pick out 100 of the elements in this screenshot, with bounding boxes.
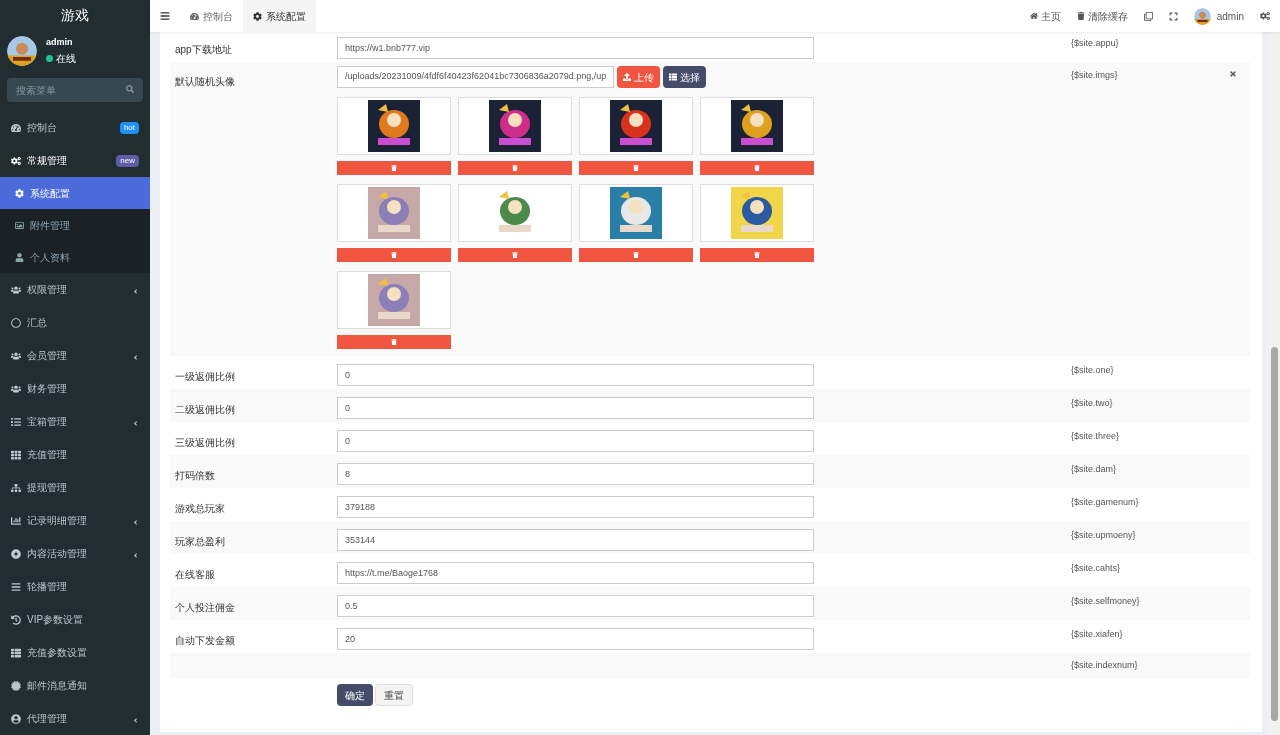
- input-field[interactable]: 0: [337, 364, 814, 386]
- home-link[interactable]: 主页: [1029, 8, 1061, 24]
- user-icon: [15, 252, 24, 262]
- sidebar-item[interactable]: 充值参数设置: [0, 636, 150, 669]
- upload-icon: [623, 73, 632, 81]
- tab[interactable]: 控制台: [180, 0, 243, 32]
- sidebar-item[interactable]: 记录明细管理: [0, 504, 150, 537]
- delete-button[interactable]: [337, 335, 451, 349]
- trash-icon: [1076, 12, 1085, 20]
- reset-button[interactable]: 重置: [375, 684, 413, 706]
- sidebar-subitem[interactable]: 个人资料: [0, 241, 150, 273]
- field-label: 打码倍数: [175, 470, 215, 481]
- choose-button[interactable]: 选择: [663, 66, 707, 88]
- field-label: 默认随机头像: [175, 76, 235, 87]
- user-name[interactable]: admin: [1216, 8, 1244, 24]
- tab[interactable]: 系统配置: [243, 0, 316, 32]
- trash-icon: [633, 252, 639, 258]
- search-field[interactable]: 搜索菜单: [7, 78, 143, 102]
- input-field[interactable]: https://t.me/Baoge1768: [337, 562, 814, 584]
- field-label: 个人投注佣金: [175, 602, 235, 613]
- avatar: [1193, 7, 1211, 25]
- home-icon: [1029, 12, 1038, 20]
- input-field[interactable]: 379188: [337, 496, 814, 518]
- delete-button[interactable]: [700, 161, 814, 175]
- input-field[interactable]: 0: [337, 430, 814, 452]
- confirm-button[interactable]: 确定: [337, 684, 373, 706]
- sidebar-item[interactable]: 邮件消息通知: [0, 669, 150, 702]
- sidebar-item[interactable]: 充值管理: [0, 438, 150, 471]
- input-field[interactable]: 8: [337, 463, 814, 485]
- sidebar-subitem[interactable]: 系统配置: [0, 177, 150, 209]
- avatar: [7, 35, 37, 66]
- trash-icon: [391, 165, 397, 171]
- trash-icon: [391, 339, 397, 345]
- scrollbar[interactable]: [1268, 32, 1280, 735]
- sidebar-item[interactable]: 代理管理: [0, 702, 150, 735]
- input-field[interactable]: https://w1.bnb777.vip: [337, 37, 814, 59]
- sitemap-icon: [11, 482, 21, 493]
- menu-icon[interactable]: [160, 11, 170, 21]
- delete-button[interactable]: [337, 161, 451, 175]
- field-label: app下载地址: [175, 44, 232, 55]
- caret-icon: [132, 288, 139, 295]
- variable-name: {$site.appu}: [1071, 37, 1119, 50]
- field-label: 在线客服: [175, 569, 215, 580]
- fullscreen-icon[interactable]: [1168, 11, 1178, 21]
- close-icon[interactable]: [1229, 70, 1237, 78]
- input-field[interactable]: 20: [337, 628, 814, 650]
- trash-icon: [754, 165, 760, 171]
- variable-name: {$site.upmoeny}: [1071, 529, 1136, 542]
- image-icon: [15, 220, 24, 230]
- gears-icon[interactable]: [1260, 11, 1270, 21]
- input-field[interactable]: 0: [337, 397, 814, 419]
- input-field[interactable]: 353144: [337, 529, 814, 551]
- field-label: 一级返佣比例: [175, 371, 235, 382]
- trash-icon: [512, 165, 518, 171]
- clear-cache-link[interactable]: 清除缓存: [1076, 8, 1128, 24]
- menu-badge: new: [116, 154, 139, 167]
- delete-button[interactable]: [458, 161, 572, 175]
- sidebar-item[interactable]: 提现管理: [0, 471, 150, 504]
- variable-name: {$site.selfmoney}: [1071, 595, 1140, 608]
- grid-list-icon: [11, 647, 21, 658]
- sidebar-item[interactable]: 会员管理: [0, 339, 150, 372]
- sidebar-item[interactable]: 权限管理: [0, 273, 150, 306]
- field-label: 玩家总盈利: [175, 536, 225, 547]
- variable-name: {$site.dam}: [1071, 463, 1117, 476]
- sidebar-item[interactable]: 控制台 hot: [0, 111, 150, 144]
- caret-icon: [132, 519, 139, 526]
- sidebar-item[interactable]: 内容活动管理: [0, 537, 150, 570]
- sidebar-item[interactable]: 财务管理: [0, 372, 150, 405]
- variable-name: {$site.cahts}: [1071, 562, 1121, 575]
- sidebar-item[interactable]: 宝箱管理: [0, 405, 150, 438]
- field-label: 二级返佣比例: [175, 404, 235, 415]
- sidebar-item[interactable]: VIP参数设置: [0, 603, 150, 636]
- sidebar-item[interactable]: 轮播管理: [0, 570, 150, 603]
- sidebar-item[interactable]: 常规管理 new: [0, 144, 150, 177]
- variable-name: {$site.imgs}: [1071, 69, 1118, 82]
- delete-button[interactable]: [700, 248, 814, 262]
- users-icon: [11, 284, 21, 295]
- sidebar-item[interactable]: 汇总: [0, 306, 150, 339]
- user-name: admin: [46, 35, 74, 49]
- menu-badge: hot: [119, 121, 139, 134]
- users-icon: [11, 350, 21, 361]
- delete-button[interactable]: [579, 248, 693, 262]
- variable-name: {$site.three}: [1071, 430, 1120, 443]
- field-label: 自动下发金额: [175, 635, 235, 646]
- dashboard-icon: [11, 122, 21, 133]
- input-field[interactable]: /uploads/20231009/4fdf6f40423f62041bc7306836a2079d.png,/up: [337, 66, 615, 88]
- dashboard-icon: [190, 11, 199, 21]
- delete-button[interactable]: [337, 248, 451, 262]
- caret-icon: [132, 552, 139, 559]
- trash-icon: [754, 252, 760, 258]
- menu-icon: [11, 581, 21, 592]
- delete-button[interactable]: [458, 248, 572, 262]
- sidebar-subitem[interactable]: 附件管理: [0, 209, 150, 241]
- delete-button[interactable]: [579, 161, 693, 175]
- variable-name: {$site.two}: [1071, 397, 1113, 410]
- settings-icon: [15, 188, 24, 198]
- copy-icon[interactable]: [1143, 11, 1153, 21]
- bar-chart-icon: [11, 515, 21, 526]
- trash-icon: [391, 252, 397, 258]
- input-field[interactable]: 0.5: [337, 595, 814, 617]
